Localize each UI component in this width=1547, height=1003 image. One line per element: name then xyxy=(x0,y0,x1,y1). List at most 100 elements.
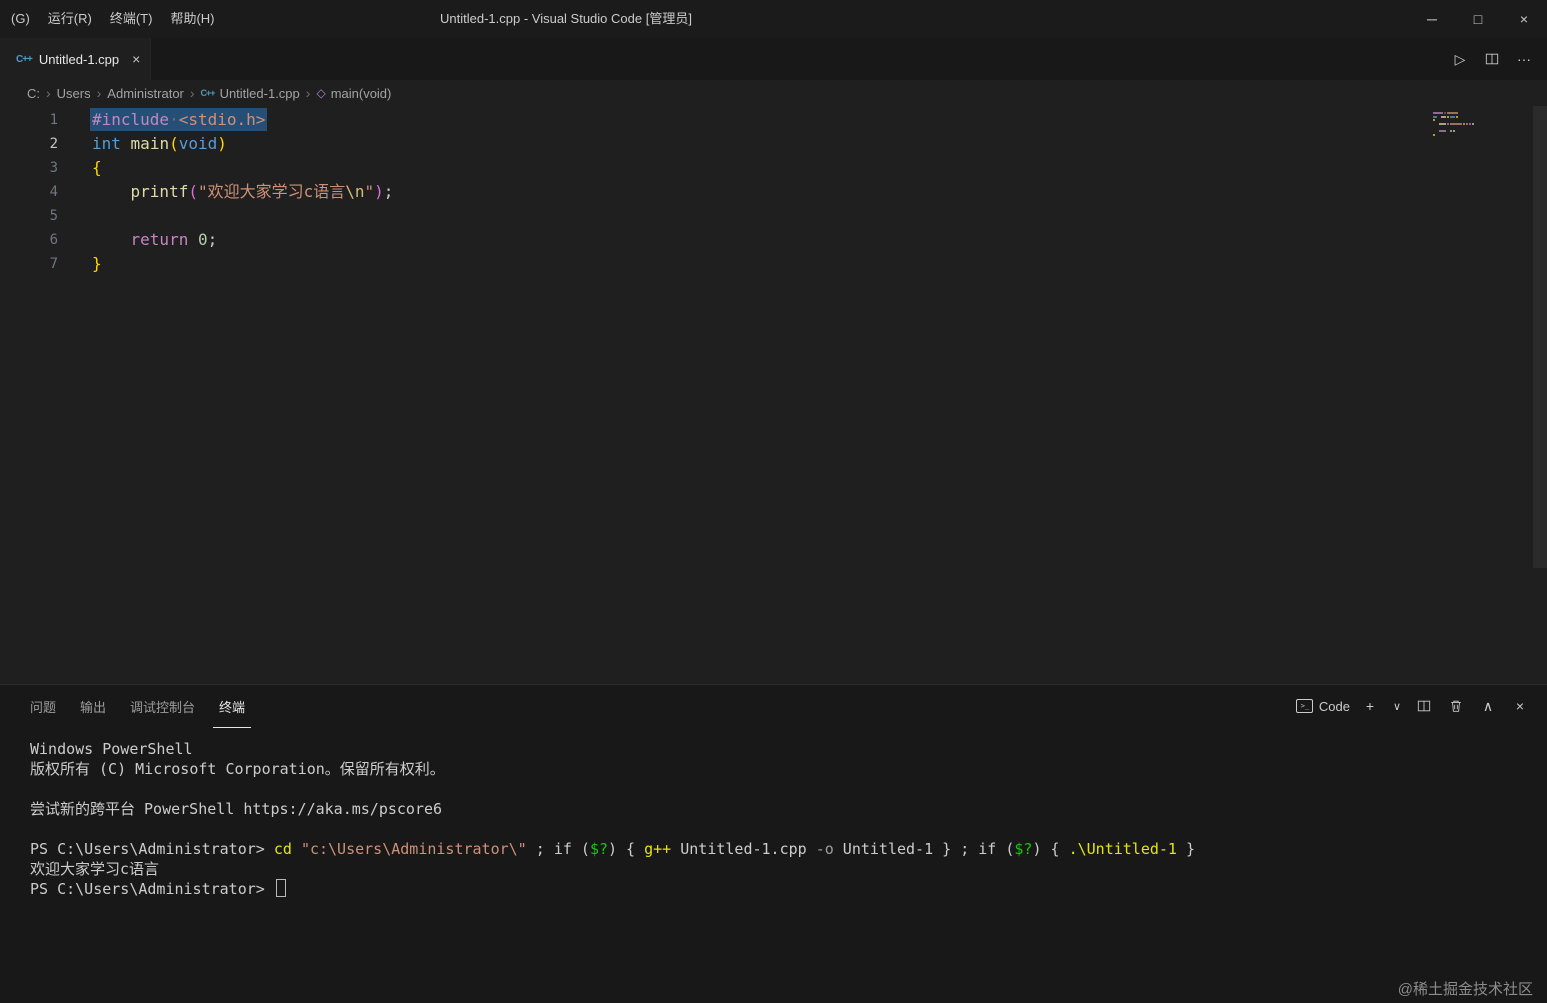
editor-line[interactable]: 2 int main(void) xyxy=(0,132,1547,156)
code-text: int main(void) xyxy=(58,132,227,156)
editor-line[interactable]: 6 return 0; xyxy=(0,228,1547,252)
minimap-token xyxy=(1433,115,1437,118)
close-icon[interactable]: × xyxy=(1501,0,1547,38)
editor[interactable]: 1 #include·<stdio.h> 2 int main(void) 3{4 pr… xyxy=(0,106,1547,684)
code-token: \n xyxy=(345,182,365,201)
scrollbar-thumb[interactable] xyxy=(1533,106,1547,568)
minimap-token xyxy=(1469,122,1471,125)
terminal-token: ) { xyxy=(608,840,645,858)
tab-close-icon[interactable]: × xyxy=(132,51,140,67)
editor-line[interactable]: 1 #include·<stdio.h> xyxy=(0,108,1547,132)
editor-lines: 1 #include·<stdio.h> 2 int main(void) 3{4 pr… xyxy=(0,106,1547,276)
panel-tab-problems[interactable]: 问题 xyxy=(24,685,62,728)
code-token: main xyxy=(130,134,170,153)
terminal-profile-button[interactable]: >_ Code xyxy=(1293,694,1353,718)
minimap-line xyxy=(1433,126,1517,128)
minimap-token xyxy=(1441,115,1446,118)
terminal-token: $? xyxy=(1014,840,1033,858)
editor-line[interactable]: 7} xyxy=(0,252,1547,276)
minimap[interactable] xyxy=(1433,112,1517,137)
code-token: void xyxy=(178,134,218,153)
cpp-file-icon: C++ xyxy=(16,53,33,65)
minimap-line xyxy=(1433,115,1517,118)
menu-item[interactable]: 终端(T) xyxy=(101,0,162,38)
panel-header: 问题 输出 调试控制台 终端 >_ Code + ∨ ∧ × xyxy=(0,685,1547,728)
terminal-line: 版权所有 (C) Microsoft Corporation。保留所有权利。 xyxy=(30,759,1547,779)
menu-item[interactable]: 帮助(H) xyxy=(161,0,223,38)
terminal-token: $? xyxy=(589,840,608,858)
line-number[interactable]: 2 xyxy=(0,132,58,156)
split-terminal-icon[interactable] xyxy=(1409,694,1439,718)
tab-untitled-1-cpp[interactable]: C++ Untitled-1.cpp × xyxy=(0,38,152,80)
editor-line[interactable]: 3{ xyxy=(0,156,1547,180)
line-number[interactable]: 7 xyxy=(0,252,58,276)
split-editor-icon[interactable] xyxy=(1479,46,1505,72)
code-token: ; xyxy=(383,182,394,201)
code-token: { xyxy=(92,158,102,177)
minimap-token xyxy=(1453,129,1455,132)
terminal-token: 欢迎大家学习c语言 xyxy=(30,860,160,878)
minimize-icon[interactable]: ─ xyxy=(1409,0,1455,38)
breadcrumb-separator-icon: › xyxy=(189,85,195,101)
panel-tab-output[interactable]: 输出 xyxy=(74,685,112,728)
minimap-token xyxy=(1447,115,1449,118)
kill-terminal-icon[interactable] xyxy=(1441,694,1471,718)
terminal-token: g++ xyxy=(644,840,672,858)
breadcrumb-label: main(void) xyxy=(330,85,392,101)
restore-icon[interactable]: □ xyxy=(1455,0,1501,38)
selection-highlight: #include·<stdio.h> xyxy=(92,110,266,129)
close-panel-icon[interactable]: × xyxy=(1505,694,1535,718)
maximize-panel-icon[interactable]: ∧ xyxy=(1473,694,1503,718)
minimap-token xyxy=(1466,122,1468,125)
more-actions-icon[interactable]: ··· xyxy=(1511,46,1537,72)
menu-item[interactable]: 运行(R) xyxy=(39,0,101,38)
panel-tab-debug-console[interactable]: 调试控制台 xyxy=(124,685,201,728)
new-terminal-icon[interactable]: + xyxy=(1355,694,1385,718)
terminal-icon: >_ xyxy=(1295,699,1313,713)
code-token: ) xyxy=(217,134,227,153)
title-bar: (G) 运行(R) 终端(T) 帮助(H) Untitled-1.cpp - Visu… xyxy=(0,0,1547,38)
terminal-line: PS C:\Users\Administrator> xyxy=(30,879,1547,899)
code-text: { xyxy=(58,156,102,180)
vscode-window: (G) 运行(R) 终端(T) 帮助(H) Untitled-1.cpp - Visu… xyxy=(0,0,1547,1003)
breadcrumb-item[interactable]: Users xyxy=(57,86,91,101)
breadcrumb-item[interactable]: C: xyxy=(27,86,40,101)
code-token: 0 xyxy=(197,230,208,249)
panel-tabs: 问题 输出 调试控制台 终端 xyxy=(24,685,263,728)
code-token: } xyxy=(92,254,102,273)
breadcrumb: C: › Users › Administrator › C++ Untitled-1.cpp… xyxy=(0,80,1547,106)
line-number[interactable]: 4 xyxy=(0,180,58,204)
code-token: ) xyxy=(374,182,384,201)
breadcrumb-item[interactable]: C++ Untitled-1.cpp xyxy=(201,86,300,101)
minimap-line xyxy=(1433,122,1517,125)
terminal-line: Windows PowerShell xyxy=(30,739,1547,759)
minimap-token xyxy=(1439,129,1446,132)
editor-line[interactable]: 4 printf("欢迎大家学习c语言\n"); xyxy=(0,180,1547,204)
line-number[interactable]: 3 xyxy=(0,156,58,180)
code-text: printf("欢迎大家学习c语言\n"); xyxy=(58,180,394,204)
line-number[interactable]: 5 xyxy=(0,204,58,228)
editor-line[interactable]: 5 xyxy=(0,204,1547,228)
breadcrumb-separator-icon: › xyxy=(46,85,51,101)
breadcrumb-item[interactable]: Administrator xyxy=(107,86,184,101)
terminal-output[interactable]: Windows PowerShell 版权所有 (C) Microsoft Cor… xyxy=(0,727,1547,899)
breadcrumb-label: Administrator xyxy=(107,85,184,101)
menu-item[interactable]: (G) xyxy=(2,0,39,38)
terminal-dropdown-icon[interactable]: ∨ xyxy=(1387,694,1407,718)
code-token: printf xyxy=(130,182,189,201)
line-number[interactable]: 6 xyxy=(0,228,58,252)
line-number[interactable]: 1 xyxy=(0,108,58,132)
minimap-line xyxy=(1433,129,1517,132)
minimap-token xyxy=(1444,112,1446,114)
run-icon[interactable]: ▷ xyxy=(1447,46,1473,72)
breadcrumb-item[interactable]: ◇ main(void) xyxy=(316,86,391,101)
minimap-token xyxy=(1433,119,1435,122)
panel-tab-terminal[interactable]: 终端 xyxy=(213,685,252,728)
editor-scrollbar[interactable] xyxy=(1533,106,1547,684)
